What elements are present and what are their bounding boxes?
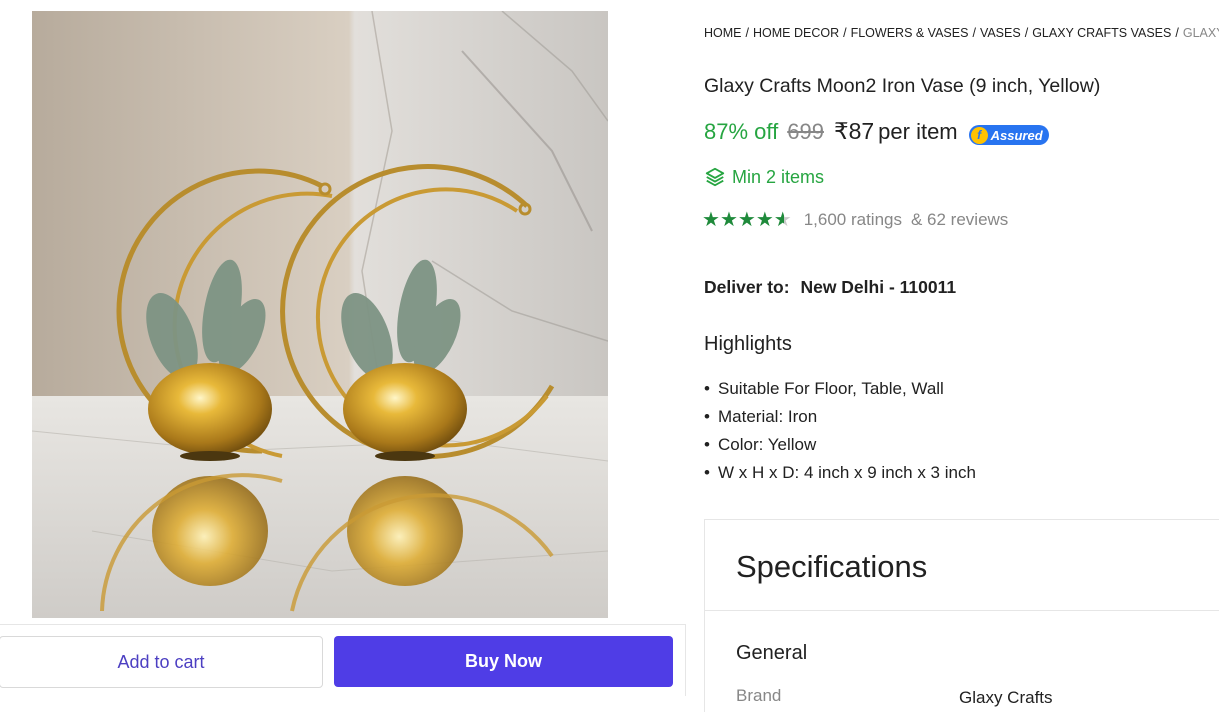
- add-to-cart-button[interactable]: Add to cart: [0, 636, 323, 688]
- action-bar: Add to cart Buy Now: [0, 624, 686, 696]
- breadcrumb-glaxy-crafts-vases[interactable]: GLAXY CRAFTS VASES: [1032, 26, 1171, 40]
- spec-label-brand: Brand: [736, 686, 782, 705]
- star-icon: ★: [719, 209, 738, 231]
- buy-now-button[interactable]: Buy Now: [334, 636, 673, 687]
- product-image[interactable]: [32, 11, 608, 618]
- specifications-card: Specifications General Brand Glaxy Craft…: [704, 519, 1219, 712]
- min-items-notice: Min 2 items: [704, 166, 824, 188]
- highlights-list: Suitable For Floor, Table, Wall Material…: [704, 378, 976, 490]
- divider: [705, 610, 1219, 611]
- breadcrumb-separator: /: [1175, 26, 1179, 40]
- layers-icon: [705, 167, 725, 187]
- star-icon: ★: [702, 209, 720, 231]
- delivery-location[interactable]: Deliver to: New Delhi - 110011: [704, 277, 956, 298]
- spec-value-brand: Glaxy Crafts: [959, 688, 1053, 707]
- price-unit: per item: [878, 119, 958, 144]
- breadcrumb-home-decor[interactable]: HOME DECOR: [753, 26, 839, 40]
- product-photo: [32, 11, 608, 618]
- highlights-title: Highlights: [704, 333, 792, 355]
- assured-badge: f Assured: [968, 125, 1049, 145]
- breadcrumb: HOME / HOME DECOR / FLOWERS & VASES / VASES / GL…: [704, 26, 1219, 44]
- selling-price: ₹87: [833, 118, 875, 144]
- reviews-count[interactable]: & 62 reviews: [911, 210, 1008, 230]
- highlight-item: Material: Iron: [704, 406, 976, 434]
- specifications-title: Specifications: [736, 549, 928, 584]
- discount-percent: 87% off: [704, 119, 779, 144]
- rating-row[interactable]: ★ ★ ★ ★ ★ 1,600 ratings & 62 reviews: [702, 208, 1008, 232]
- product-title: Glaxy Crafts Moon2 Iron Vase (9 inch, Ye…: [704, 75, 1101, 97]
- star-icon: ★: [755, 209, 774, 231]
- breadcrumb-separator: /: [843, 26, 847, 40]
- breadcrumb-vases[interactable]: VASES: [980, 26, 1021, 40]
- highlight-item: Suitable For Floor, Table, Wall: [704, 378, 976, 406]
- deliver-to-label: Deliver to:: [704, 277, 790, 297]
- deliver-location-value[interactable]: New Delhi - 110011: [800, 277, 956, 297]
- breadcrumb-home[interactable]: HOME: [704, 26, 742, 40]
- half-star-icon: ★: [773, 209, 792, 231]
- breadcrumb-flowers-vases[interactable]: FLOWERS & VASES: [851, 26, 969, 40]
- star-rating: ★ ★ ★ ★ ★: [702, 208, 792, 232]
- breadcrumb-separator: /: [1024, 26, 1029, 40]
- breadcrumb-current: GLAXY: [1182, 26, 1219, 40]
- assured-label: Assured: [990, 127, 1043, 143]
- min-items-text: Min 2 items: [732, 166, 825, 187]
- ratings-count[interactable]: 1,600 ratings: [804, 210, 902, 230]
- star-icon: ★: [737, 209, 756, 231]
- original-price: 699: [787, 119, 824, 144]
- spec-section-general: General: [736, 642, 808, 664]
- breadcrumb-separator: /: [972, 26, 976, 40]
- highlight-item: W x H x D: 4 inch x 9 inch x 3 inch: [704, 462, 976, 490]
- breadcrumb-separator: /: [745, 26, 749, 40]
- highlight-item: Color: Yellow: [704, 434, 976, 462]
- price-row: 87% off 699 ₹87 per item f Assured: [704, 118, 1049, 150]
- assured-logo-icon: f: [970, 126, 988, 144]
